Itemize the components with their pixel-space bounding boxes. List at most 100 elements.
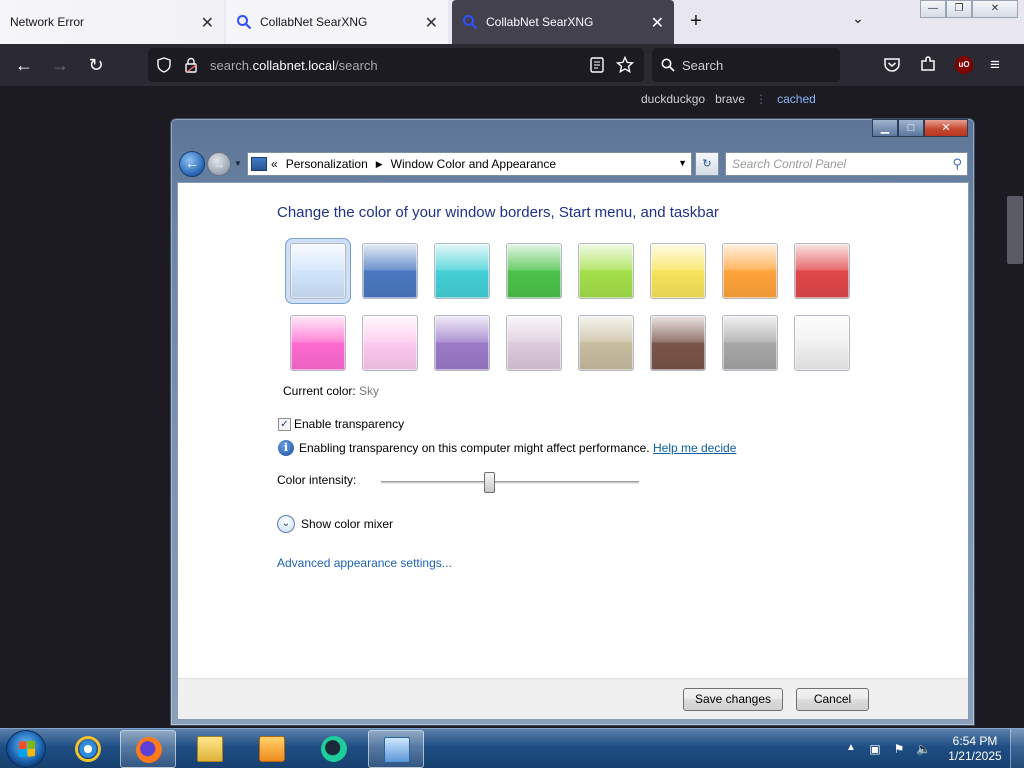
folder-icon <box>197 736 223 762</box>
page-scrollbar-thumb[interactable] <box>1007 196 1023 264</box>
web-search-field[interactable]: Search <box>652 48 840 82</box>
color-intensity-slider[interactable] <box>381 481 639 484</box>
tab-network-error[interactable]: Network Error ✕ <box>0 0 224 44</box>
expand-chevron-icon[interactable]: ⌄ <box>277 515 295 533</box>
back-button[interactable]: ← <box>179 151 205 177</box>
color-swatch[interactable] <box>362 315 418 371</box>
save-changes-button[interactable]: Save changes <box>683 688 783 711</box>
maximize-button[interactable]: □ <box>898 119 924 137</box>
color-swatch[interactable] <box>362 243 418 299</box>
taskbar-remote-app[interactable] <box>306 730 362 768</box>
page-title: Change the color of your window borders,… <box>277 204 719 221</box>
close-tab-icon[interactable]: ✕ <box>651 13 664 33</box>
lock-icon[interactable] <box>184 57 198 73</box>
color-swatch[interactable] <box>578 315 634 371</box>
shield-icon[interactable] <box>156 57 172 73</box>
reader-view-icon[interactable] <box>590 57 604 73</box>
window-restore-button[interactable]: ❐ <box>946 0 972 18</box>
bookmark-star-icon[interactable] <box>616 56 634 74</box>
info-icon: i <box>278 440 294 456</box>
caption-buttons: ▁ □ ✕ <box>872 119 968 137</box>
pocket-icon[interactable] <box>883 56 901 74</box>
close-tab-icon[interactable]: ✕ <box>425 13 438 33</box>
recent-pages-dropdown[interactable]: ▼ <box>234 159 242 168</box>
color-swatch[interactable] <box>290 315 346 371</box>
breadcrumb-separator-icon[interactable]: ▶ <box>376 159 383 170</box>
action-center-flag-icon[interactable]: ⚑ <box>892 742 906 756</box>
control-panel-icon <box>384 737 410 763</box>
browser-toolbar: ← → ↻ search.collabnet.local/search Sear… <box>0 44 1024 86</box>
close-tab-icon[interactable]: ✕ <box>201 13 214 33</box>
color-swatch[interactable] <box>434 315 490 371</box>
network-icon[interactable]: ▣ <box>868 742 882 756</box>
ublock-origin-icon[interactable]: uO <box>955 56 973 74</box>
refresh-button[interactable]: ↻ <box>695 152 719 176</box>
help-me-decide-link[interactable]: Help me decide <box>653 441 736 455</box>
tab-collabnet-searxng-active[interactable]: CollabNet SearXNG ✕ <box>452 0 674 44</box>
forward-button[interactable]: → <box>207 152 231 176</box>
color-intensity-thumb[interactable] <box>484 472 496 493</box>
cached-link[interactable]: cached <box>777 92 816 106</box>
internet-explorer-icon <box>75 736 101 762</box>
result-engines: duckduckgo brave ⋮ cached <box>641 92 816 106</box>
taskbar-firefox[interactable] <box>120 730 176 768</box>
address-breadcrumb[interactable]: « Personalization ▶ Window Color and App… <box>247 152 692 176</box>
hamburger-menu-icon[interactable]: ≡ <box>990 55 1000 75</box>
color-swatch[interactable] <box>794 243 850 299</box>
volume-muted-icon[interactable]: 🔈 <box>916 742 931 756</box>
transparency-checkbox[interactable]: ✓ <box>278 418 291 431</box>
advanced-appearance-link[interactable]: Advanced appearance settings... <box>277 556 452 570</box>
color-swatch[interactable] <box>722 243 778 299</box>
taskbar-control-panel[interactable] <box>368 730 424 768</box>
show-color-mixer[interactable]: Show color mixer <box>301 517 393 531</box>
search-icon[interactable]: ⚲ <box>952 156 962 172</box>
searxng-icon <box>237 15 252 30</box>
close-button[interactable]: ✕ <box>924 119 968 137</box>
color-intensity-label: Color intensity: <box>277 473 357 487</box>
clock-time: 6:54 PM <box>952 734 998 748</box>
browser-tab-strip: Network Error ✕ CollabNet SearXNG ✕ Coll… <box>0 0 1024 44</box>
tab-label: CollabNet SearXNG <box>486 15 594 29</box>
taskbar-file-explorer[interactable] <box>182 730 238 768</box>
color-swatch[interactable] <box>650 243 706 299</box>
control-panel-search-input[interactable]: Search Control Panel ⚲ <box>725 152 968 176</box>
cancel-button[interactable]: Cancel <box>796 688 869 711</box>
color-swatch[interactable] <box>434 243 490 299</box>
color-swatch[interactable] <box>650 315 706 371</box>
reload-icon[interactable]: ↻ <box>84 53 108 77</box>
taskbar: ▲ ▣ ⚑ 🔈 6:54 PM 1/21/2025 <box>0 728 1024 768</box>
address-bar[interactable]: search.collabnet.local/search <box>148 48 644 82</box>
color-swatch[interactable] <box>722 315 778 371</box>
back-arrow-icon[interactable]: ← <box>12 53 36 77</box>
url-text[interactable]: search.collabnet.local/search <box>210 58 378 73</box>
page-scrollbar[interactable] <box>1006 86 1024 728</box>
tab-collabnet-searxng[interactable]: CollabNet SearXNG ✕ <box>226 0 448 44</box>
color-swatch[interactable] <box>578 243 634 299</box>
extensions-icon[interactable] <box>919 55 937 73</box>
dialog-footer: Save changes Cancel <box>178 678 968 719</box>
start-button-icon[interactable] <box>6 730 46 768</box>
window-close-button[interactable]: ✕ <box>972 0 1018 18</box>
show-hidden-icons-icon[interactable]: ▲ <box>846 742 856 753</box>
list-all-tabs-button[interactable]: ⌄ <box>848 10 868 30</box>
current-color: Current color: Sky <box>283 384 380 398</box>
taskbar-media-player[interactable] <box>244 730 300 768</box>
system-clock[interactable]: 6:54 PM 1/21/2025 <box>940 734 1010 764</box>
minimize-button[interactable]: ▁ <box>872 119 898 137</box>
breadcrumb-window-color[interactable]: Window Color and Appearance <box>391 157 556 171</box>
color-swatch[interactable] <box>506 315 562 371</box>
searxng-icon <box>463 15 478 30</box>
address-dropdown-icon[interactable]: ▼ <box>678 158 687 168</box>
new-tab-button[interactable]: + <box>684 9 708 33</box>
content-pane: Change the color of your window borders,… <box>177 182 969 720</box>
color-swatch[interactable] <box>794 315 850 371</box>
taskbar-internet-explorer[interactable] <box>60 730 116 768</box>
transparency-label[interactable]: Enable transparency <box>294 417 404 431</box>
breadcrumb-personalization[interactable]: Personalization <box>286 157 368 171</box>
show-desktop-button[interactable] <box>1010 729 1024 768</box>
breadcrumb-overflow[interactable]: « <box>271 157 278 171</box>
forward-arrow-icon[interactable]: → <box>48 53 72 77</box>
color-swatch[interactable] <box>506 243 562 299</box>
window-minimize-button[interactable]: — <box>920 0 946 18</box>
color-swatch[interactable] <box>290 243 346 299</box>
